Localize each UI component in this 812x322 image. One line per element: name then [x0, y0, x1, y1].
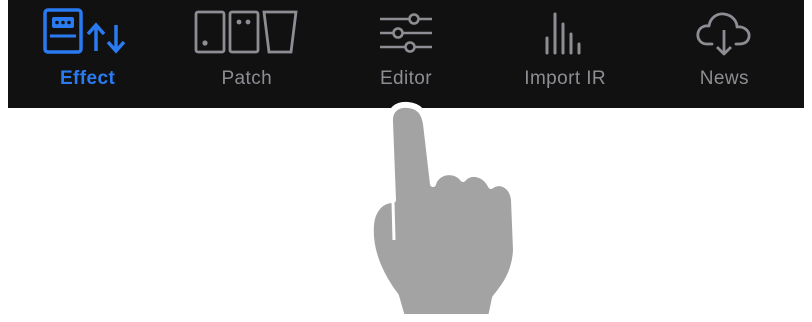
pointing-hand-icon — [360, 100, 530, 320]
tab-editor[interactable]: Editor — [336, 0, 476, 108]
import-ir-bars-icon — [510, 8, 620, 58]
tab-label-news: News — [699, 68, 749, 89]
news-cloud-download-icon — [669, 8, 779, 58]
bottom-tab-bar: Effect Patch Editor Import IR News — [8, 0, 804, 108]
tab-import-ir[interactable]: Import IR — [495, 0, 635, 108]
tab-label-effect: Effect — [59, 68, 116, 89]
tab-patch[interactable]: Patch — [177, 0, 317, 108]
tab-label-import-ir: Import IR — [524, 68, 607, 89]
tab-label-editor: Editor — [379, 68, 432, 89]
editor-sliders-icon — [351, 8, 461, 58]
tab-news[interactable]: News — [654, 0, 794, 108]
patch-pedals-icon — [192, 8, 302, 58]
tab-effect[interactable]: Effect — [18, 0, 158, 108]
effect-pedal-swap-icon — [33, 8, 143, 58]
tab-label-patch: Patch — [221, 68, 273, 89]
